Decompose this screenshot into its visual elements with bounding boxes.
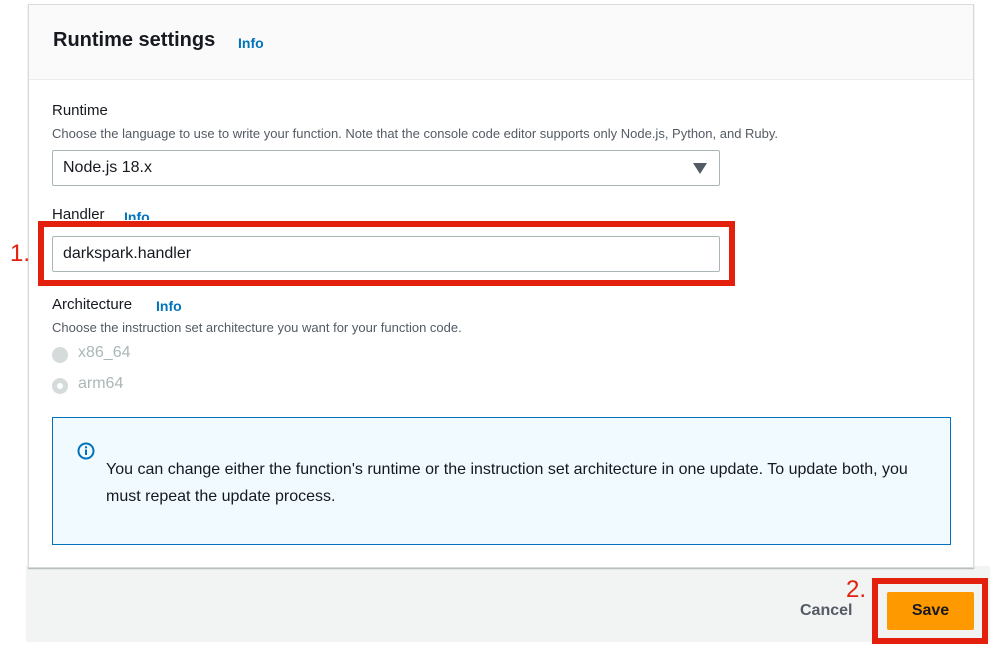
architecture-description: Choose the instruction set architecture …	[52, 320, 462, 335]
handler-info-link[interactable]: Info	[124, 209, 150, 220]
annotation-highlight-handler	[38, 221, 735, 286]
alert-message: You can change either the function's run…	[106, 461, 908, 505]
annotation-highlight-save	[872, 578, 988, 644]
radio-label-arm64: arm64	[78, 375, 124, 392]
runtime-label: Runtime	[52, 102, 108, 119]
runtime-select[interactable]: Node.js 18.x	[52, 150, 720, 186]
caret-down-icon	[693, 163, 707, 174]
cancel-button[interactable]: Cancel	[800, 602, 852, 620]
radio-button-selected[interactable]	[52, 378, 68, 394]
annotation-step-2: 2.	[846, 576, 867, 603]
runtime-selected-value: Node.js 18.x	[63, 159, 152, 176]
annotation-step-1: 1.	[10, 240, 31, 267]
panel-title: Runtime settings	[53, 29, 216, 51]
panel-header: Runtime settings Info	[29, 5, 973, 80]
info-alert: You can change either the function's run…	[52, 417, 951, 545]
info-circle-icon	[77, 442, 95, 460]
architecture-info-link[interactable]: Info	[156, 298, 182, 314]
radio-button[interactable]	[52, 347, 68, 363]
runtime-settings-info-link[interactable]: Info	[238, 35, 264, 51]
handler-label: Handler	[52, 206, 105, 220]
radio-label-x86_64: x86_64	[78, 344, 131, 361]
architecture-label: Architecture	[52, 296, 133, 313]
runtime-description: Choose the language to use to write your…	[52, 126, 779, 141]
